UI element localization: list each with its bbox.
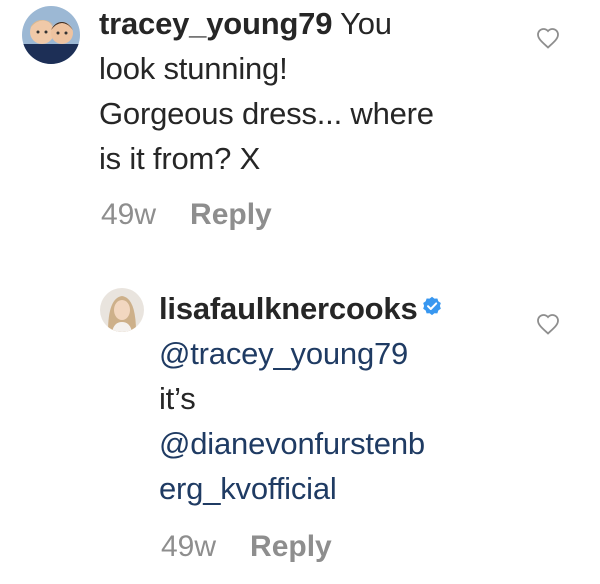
- avatar-two-children-icon: [22, 6, 80, 64]
- comment-meta: 49w Reply: [101, 198, 272, 232]
- comment-timestamp: 49w: [161, 530, 217, 563]
- comment-text-part: it’s: [159, 381, 196, 416]
- heart-outline-icon: [537, 28, 559, 49]
- reply-button[interactable]: Reply: [250, 530, 332, 564]
- comment-text-part: is it from? X: [99, 141, 261, 176]
- avatar-woman-icon: [100, 288, 144, 332]
- comment-meta: 49w Reply: [161, 530, 332, 564]
- like-button[interactable]: [536, 313, 560, 335]
- reply-button[interactable]: Reply: [190, 198, 272, 232]
- comment-username[interactable]: lisafaulknercooks: [159, 291, 418, 326]
- comment-username[interactable]: tracey_young79: [99, 6, 332, 41]
- verified-badge-icon: [422, 296, 442, 316]
- commenter-avatar[interactable]: [100, 288, 144, 332]
- mention-link[interactable]: @dianevonfurstenb: [159, 421, 499, 466]
- comment-body: tracey_young79 You look stunning! Gorgeo…: [99, 1, 519, 181]
- mention-link[interactable]: erg_kvofficial: [159, 466, 499, 511]
- like-button[interactable]: [536, 27, 560, 49]
- comment-text-part: You: [340, 6, 392, 41]
- comment-body: lisafaulknercooks @tracey_young79 it’s @…: [159, 286, 499, 511]
- commenter-avatar[interactable]: [22, 6, 80, 64]
- mention-link[interactable]: @tracey_young79: [159, 331, 499, 376]
- comment-text-part: Gorgeous dress... where: [99, 96, 434, 131]
- heart-outline-icon: [537, 314, 559, 335]
- comment-timestamp: 49w: [101, 198, 157, 231]
- comment-text-part: look stunning!: [99, 51, 288, 86]
